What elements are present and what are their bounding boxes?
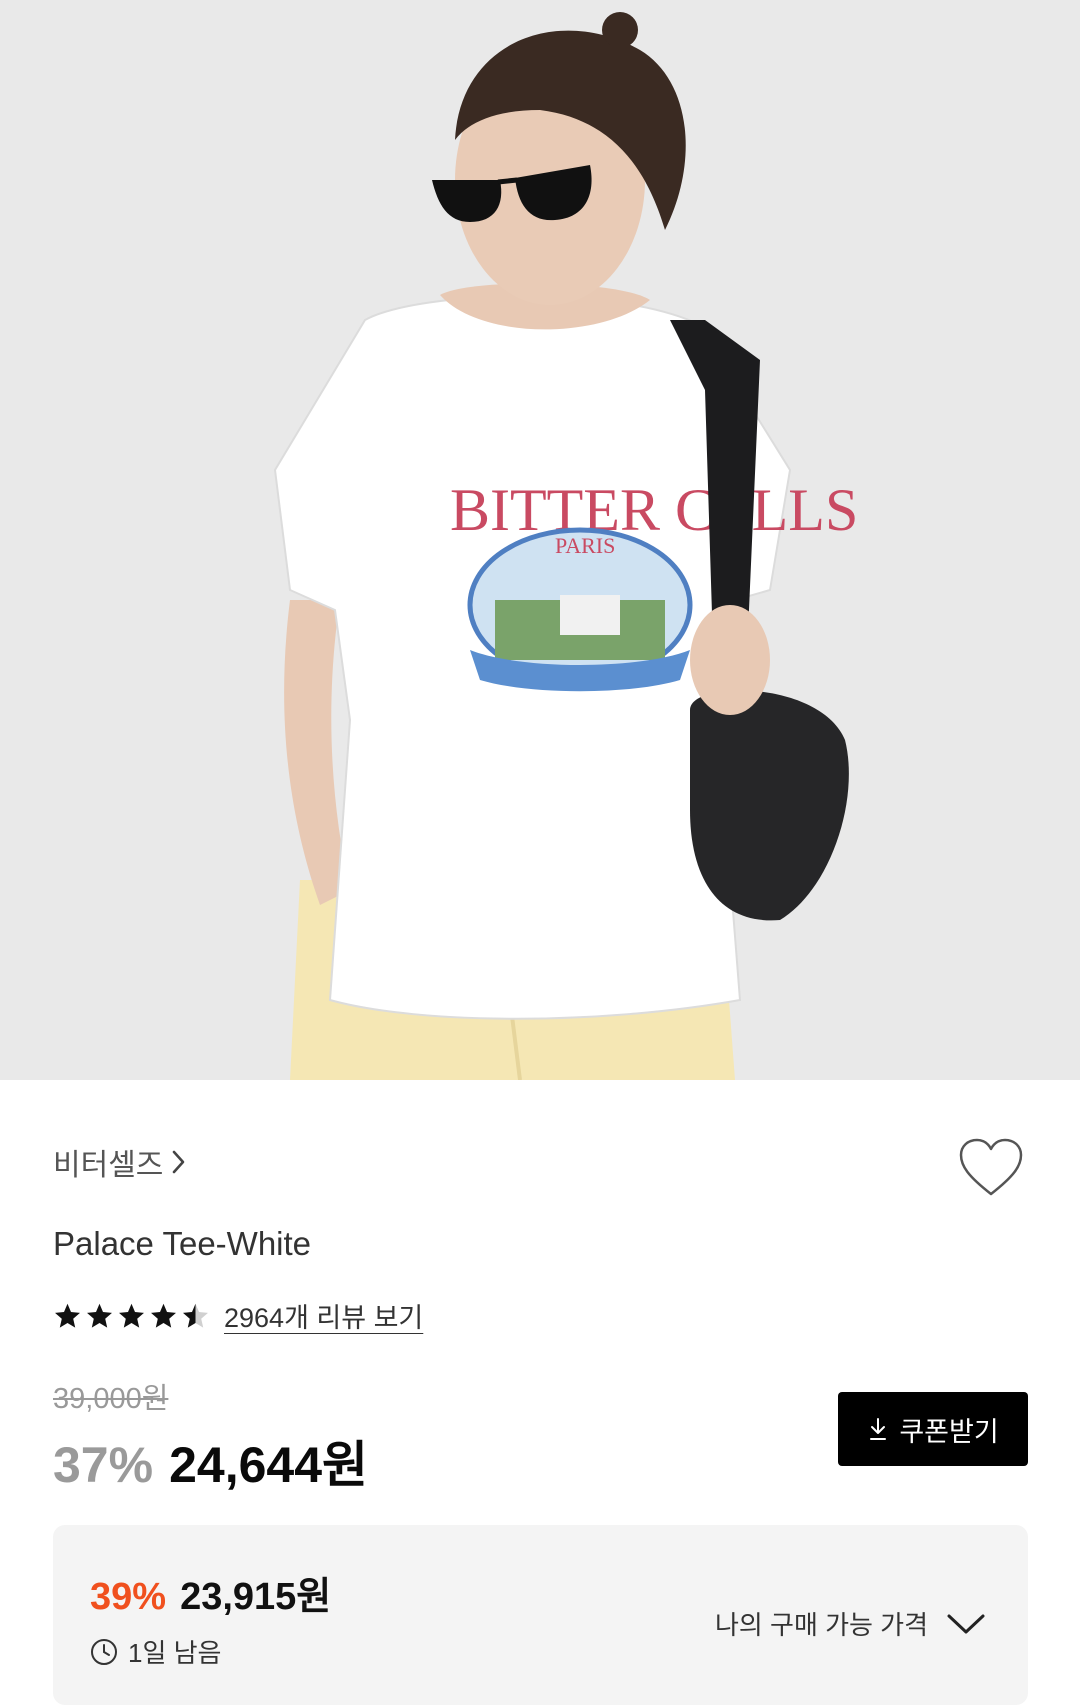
- chevron-right-icon: [173, 1150, 185, 1174]
- sale-price: 24,644원: [169, 1437, 369, 1493]
- discount-rate: 37%: [53, 1437, 154, 1493]
- star-half-icon: [183, 1303, 208, 1328]
- brand-link[interactable]: 비터셀즈: [53, 1140, 187, 1184]
- my-price-value: 23,915원: [180, 1576, 332, 1618]
- price-row: 37% 24,644원: [53, 1425, 368, 1497]
- star-icon: [119, 1303, 144, 1328]
- download-icon: [870, 1418, 887, 1440]
- chevron-down-icon: [947, 1614, 985, 1633]
- product-image: BITTER CELLS PARIS: [0, 0, 1080, 1080]
- star-icon: [151, 1303, 176, 1328]
- my-price-panel: 39% 23,915원 1일 남음 나의 구매 가능 가격: [53, 1525, 1028, 1705]
- my-price-timer: 1일 남음: [90, 1633, 221, 1670]
- product-title: Palace Tee-White: [53, 1225, 312, 1262]
- my-price-row: 39% 23,915원: [90, 1565, 331, 1620]
- coupon-button[interactable]: 쿠폰받기: [838, 1392, 1028, 1466]
- timer-label: 1일 남음: [128, 1638, 222, 1668]
- original-price: 39,000원: [53, 1383, 169, 1415]
- star-icon: [87, 1303, 112, 1328]
- clock-icon: [91, 1638, 117, 1665]
- coupon-button-label: 쿠폰받기: [899, 1416, 999, 1447]
- rating-row: 2964개 리뷰 보기: [53, 1296, 423, 1335]
- my-price-discount: 39%: [90, 1576, 167, 1618]
- shirt-print-brand: BITTER CELLS: [450, 477, 858, 543]
- shirt-print-city: PARIS: [555, 533, 615, 558]
- my-price-toggle-label: 나의 구매 가능 가격: [714, 1610, 928, 1640]
- heart-icon[interactable]: [958, 1138, 1024, 1198]
- review-link[interactable]: 2964개 리뷰 보기: [224, 1296, 423, 1335]
- star-rating: [53, 1302, 210, 1330]
- my-price-toggle[interactable]: 나의 구매 가능 가격: [715, 1605, 986, 1642]
- brand-name: 비터셀즈: [53, 1149, 164, 1182]
- star-icon: [55, 1303, 80, 1328]
- product-photo: BITTER CELLS PARIS: [0, 0, 1080, 1080]
